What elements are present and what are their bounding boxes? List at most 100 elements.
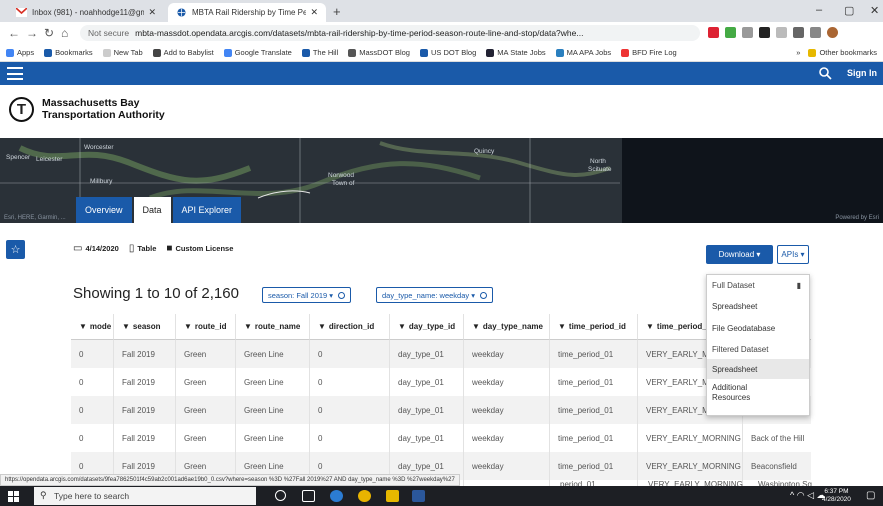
menu-item-additional-resources[interactable]: Additional Resources [707, 380, 767, 406]
filter-season[interactable]: season: Fall 2019 ▾ [262, 287, 352, 303]
tab-api-explorer[interactable]: API Explorer [172, 197, 242, 223]
apis-button[interactable]: APIs ▾ [777, 245, 809, 264]
bookmark-item[interactable]: The Hill [301, 48, 338, 57]
map-label: Quincy [474, 148, 495, 155]
close-tab-icon[interactable]: ✕ [310, 7, 318, 18]
bookmarks-more-button[interactable]: » [796, 48, 800, 57]
filter-icon: ▼ [398, 322, 406, 331]
file-icon: ▮ [796, 280, 801, 290]
bookmark-item[interactable]: BFD Fire Log [621, 48, 677, 57]
close-window-button[interactable]: ✕ [870, 4, 879, 17]
browser-tab-mbta[interactable]: MBTA Rail Ridership by Time Per ✕ [168, 3, 326, 22]
column-header[interactable]: ▼ mode [71, 314, 114, 340]
filter-icon: ▼ [646, 322, 654, 331]
remove-filter-icon[interactable] [480, 291, 487, 299]
minimize-button[interactable]: – [816, 4, 822, 16]
sign-in-link[interactable]: Sign In [847, 68, 877, 78]
column-header[interactable]: ▼ day_type_name [464, 314, 550, 340]
map-credit: Esri, HERE, Garmin, ... [4, 215, 66, 221]
remove-filter-icon[interactable] [338, 291, 346, 299]
bookmark-item[interactable]: MassDOT Blog [348, 48, 410, 57]
url-text: mbta-massdot.opendata.arcgis.com/dataset… [135, 28, 584, 38]
search-icon: ⚲ [40, 490, 47, 500]
column-header[interactable]: ▼ day_type_id [390, 314, 464, 340]
table-header-row: ▼ mode ▼ season ▼ route_id ▼ route_name ▼ dir… [71, 314, 811, 340]
tab-title: Inbox (981) - noahhodge11@gm [32, 8, 145, 17]
task-view-icon[interactable] [302, 490, 315, 502]
column-header[interactable]: ▼ route_name [236, 314, 310, 340]
tab-title: MBTA Rail Ridership by Time Per [192, 8, 307, 17]
column-header[interactable]: ▼ season [114, 314, 176, 340]
file-explorer-icon[interactable] [386, 490, 399, 502]
menu-item-spreadsheet-filtered[interactable]: Spreadsheet [707, 359, 809, 379]
mbta-logo[interactable]: T [9, 97, 34, 122]
tab-overview[interactable]: Overview [76, 197, 132, 223]
url-input[interactable]: Not secure mbta-massdot.opendata.arcgis.… [80, 25, 700, 41]
taskbar-clock[interactable]: 6:37 PM 4/28/2020 [822, 488, 851, 504]
lock-icon: ■ [166, 243, 173, 254]
edge-icon[interactable] [330, 490, 343, 502]
menu-header-filtered-dataset: Filtered Dataset [712, 344, 769, 354]
tab-data[interactable]: Data [133, 197, 171, 223]
extension-icon[interactable] [810, 27, 821, 38]
extension-icon[interactable] [742, 27, 753, 38]
system-tray-icons[interactable]: ^ ◠ ◁ ☁ [790, 490, 826, 501]
new-tab-button[interactable]: + [333, 4, 341, 19]
taskbar-search-input[interactable]: ⚲ Type here to search [34, 487, 256, 505]
menu-item-file-geodatabase[interactable]: File Geodatabase [707, 317, 809, 339]
bookmark-item[interactable]: Add to Babylist [152, 48, 214, 57]
map-label: Town of [332, 180, 355, 187]
favorite-star-button[interactable]: ☆ [6, 240, 25, 259]
bookmark-item[interactable]: Google Translate [223, 48, 292, 57]
download-button[interactable]: Download ▾ [706, 245, 773, 264]
filter-icon: ▼ [318, 322, 326, 331]
jobs-icon [486, 48, 495, 57]
meta-type: ▯ Table [128, 243, 157, 254]
download-menu: Full Dataset ▮ Spreadsheet File Geodatab… [706, 274, 810, 416]
browser-tab-strip: Inbox (981) - noahhodge11@gm ✕ MBTA Rail… [0, 0, 883, 22]
bookmark-item[interactable]: US DOT Blog [419, 48, 476, 57]
cortana-icon[interactable] [275, 490, 286, 501]
blog-icon [419, 48, 428, 57]
browser-tab-gmail[interactable]: Inbox (981) - noahhodge11@gm ✕ [8, 3, 164, 22]
jobs-icon [555, 48, 564, 57]
org-banner: T Massachusetts Bay Transportation Autho… [0, 85, 883, 138]
maximize-button[interactable]: ▢ [844, 4, 854, 17]
bookmark-item[interactable]: MA State Jobs [486, 48, 546, 57]
reload-icon[interactable]: ↻ [44, 26, 54, 40]
menu-item-spreadsheet-full[interactable]: Spreadsheet [707, 295, 809, 317]
notifications-icon[interactable]: ▢ [866, 490, 875, 501]
home-icon[interactable]: ⌂ [61, 26, 68, 40]
column-header[interactable]: ▼ route_id [176, 314, 236, 340]
map-label: North [590, 158, 606, 165]
other-bookmarks-button[interactable]: Other bookmarks [808, 48, 877, 57]
bookmark-item[interactable]: MA APA Jobs [555, 48, 611, 57]
bookmark-item[interactable]: Bookmarks [44, 48, 93, 57]
extension-icon[interactable] [793, 27, 804, 38]
search-icon[interactable] [818, 66, 832, 80]
windows-start-icon[interactable] [8, 491, 19, 502]
bookmark-item[interactable]: New Tab [102, 48, 143, 57]
extension-icon[interactable] [776, 27, 787, 38]
menu-icon[interactable] [7, 67, 23, 80]
filter-day-type[interactable]: day_type_name: weekday ▾ [376, 287, 493, 303]
chrome-icon[interactable] [358, 490, 371, 502]
column-header[interactable]: ▼ direction_id [310, 314, 390, 340]
filter-icon: ▼ [244, 322, 252, 331]
extension-icon[interactable] [725, 27, 736, 38]
word-icon[interactable] [412, 490, 425, 502]
extension-icon[interactable] [708, 27, 719, 38]
extension-icon[interactable] [759, 27, 770, 38]
meta-license[interactable]: ■ Custom License [166, 243, 233, 254]
back-arrow-icon[interactable]: ← [8, 26, 20, 40]
close-tab-icon[interactable]: ✕ [148, 7, 156, 18]
profile-avatar[interactable] [827, 27, 838, 38]
forward-arrow-icon[interactable]: → [26, 26, 38, 40]
column-header[interactable]: ▼ time_period_id [550, 314, 638, 340]
site-header: Sign In [0, 62, 883, 85]
windows-taskbar: ⚲ Type here to search ^ ◠ ◁ ☁ 6:37 PM 4/… [0, 486, 883, 506]
map-label: Worcester [84, 144, 114, 151]
translate-icon [223, 48, 232, 57]
extensions-row [708, 27, 838, 38]
bookmark-item[interactable]: Apps [6, 48, 34, 57]
